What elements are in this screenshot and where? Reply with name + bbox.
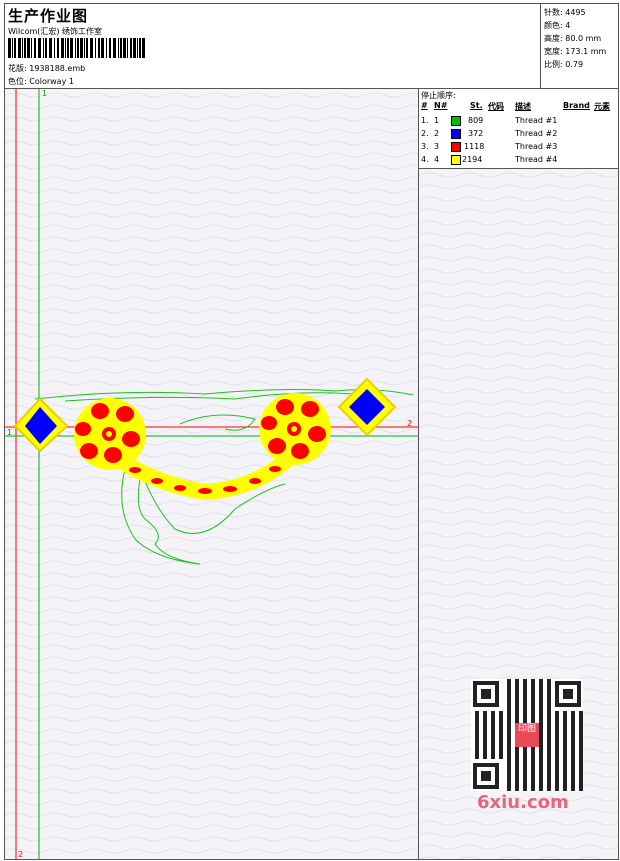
row-n: 4 bbox=[434, 155, 440, 164]
axis-marker-right: 2 bbox=[407, 419, 412, 428]
thread-color-swatch bbox=[451, 129, 461, 139]
thread-color-swatch bbox=[451, 155, 461, 165]
design-preview-panel: 1 2 1 2 bbox=[4, 88, 419, 860]
stat-width: 宽度: 173.1 mm bbox=[544, 46, 606, 57]
col-hash: # bbox=[421, 101, 428, 110]
qr-code: 印图 bbox=[471, 679, 583, 791]
stats-panel: 针数: 4495 颜色: 4 高度: 80.0 mm 宽度: 173.1 mm … bbox=[540, 3, 619, 89]
embroidery-preview: 1 2 1 2 bbox=[5, 89, 418, 859]
row-stitches: 372 bbox=[468, 129, 484, 138]
row-num: 4. bbox=[421, 155, 429, 164]
stat-value: 80.0 mm bbox=[565, 34, 602, 43]
stat-label: 颜色: bbox=[544, 21, 563, 30]
design-label: 花版: bbox=[8, 64, 27, 73]
page-title: 生产作业图 bbox=[8, 7, 89, 25]
axis-marker-top: 1 bbox=[42, 89, 47, 98]
col-brand: Brand bbox=[563, 101, 590, 110]
right-flower bbox=[259, 393, 331, 465]
barcode bbox=[8, 38, 145, 58]
stat-value: 4 bbox=[565, 21, 571, 30]
seal-text: 印图 bbox=[517, 724, 536, 734]
studio-name: Wilcom(汇宏) 绣饰工作室 bbox=[8, 27, 103, 36]
watermark-site: 6xiu.com bbox=[477, 792, 569, 813]
row-desc: Thread #1 bbox=[515, 116, 558, 125]
row-n: 2 bbox=[434, 129, 440, 138]
stat-stitches: 针数: 4495 bbox=[544, 7, 586, 18]
thread-color-swatch bbox=[451, 116, 461, 126]
stat-label: 宽度: bbox=[544, 47, 563, 56]
seal-stamp: 印图 bbox=[515, 723, 539, 747]
col-element: 元素 bbox=[594, 102, 610, 111]
row-n: 3 bbox=[434, 142, 440, 151]
row-stitches: 809 bbox=[468, 116, 484, 125]
axis-marker-bottom: 2 bbox=[18, 850, 23, 859]
stat-label: 比例: bbox=[544, 60, 563, 69]
stat-value: 4495 bbox=[565, 8, 586, 17]
row-num: 3. bbox=[421, 142, 429, 151]
stop-sequence-title: 停止顺序: bbox=[421, 91, 456, 100]
row-num: 2. bbox=[421, 129, 429, 138]
row-desc: Thread #4 bbox=[515, 155, 558, 164]
col-desc: 描述 bbox=[515, 102, 531, 111]
row-stitches: 1118 bbox=[464, 142, 485, 151]
stat-label: 针数: bbox=[544, 8, 563, 17]
row-stitches: 2194 bbox=[462, 155, 483, 164]
axis-marker-left: 1 bbox=[7, 428, 12, 437]
col-st: St. bbox=[470, 101, 483, 110]
left-flower bbox=[74, 398, 146, 470]
thread-color-swatch bbox=[451, 142, 461, 152]
colorway-label: 色位: bbox=[8, 77, 27, 86]
col-n: N# bbox=[434, 101, 448, 110]
stat-label: 高度: bbox=[544, 34, 563, 43]
stop-sequence-panel: 停止顺序: # N# St. 代码 描述 Brand 元素 1. 1 809 T… bbox=[418, 88, 619, 169]
row-desc: Thread #3 bbox=[515, 142, 558, 151]
side-panel: 印图 6xiu.com bbox=[418, 168, 619, 860]
row-num: 1. bbox=[421, 116, 429, 125]
row-desc: Thread #2 bbox=[515, 129, 558, 138]
colorway-name: Colorway 1 bbox=[29, 77, 74, 86]
row-n: 1 bbox=[434, 116, 440, 125]
stat-scale: 比例: 0.79 bbox=[544, 59, 583, 70]
colorway-row: 色位: Colorway 1 bbox=[8, 76, 74, 87]
design-file-row: 花版: 1938188.emb bbox=[8, 63, 85, 74]
fabric-background bbox=[5, 89, 418, 859]
stat-value: 173.1 mm bbox=[565, 47, 607, 56]
stat-value: 0.79 bbox=[565, 60, 584, 69]
stat-colors: 颜色: 4 bbox=[544, 20, 570, 31]
stat-height: 高度: 80.0 mm bbox=[544, 33, 601, 44]
col-code: 代码 bbox=[488, 102, 504, 111]
header-panel: 生产作业图 Wilcom(汇宏) 绣饰工作室 花版: 1938188.emb 色… bbox=[4, 3, 541, 89]
design-file: 1938188.emb bbox=[29, 64, 86, 73]
